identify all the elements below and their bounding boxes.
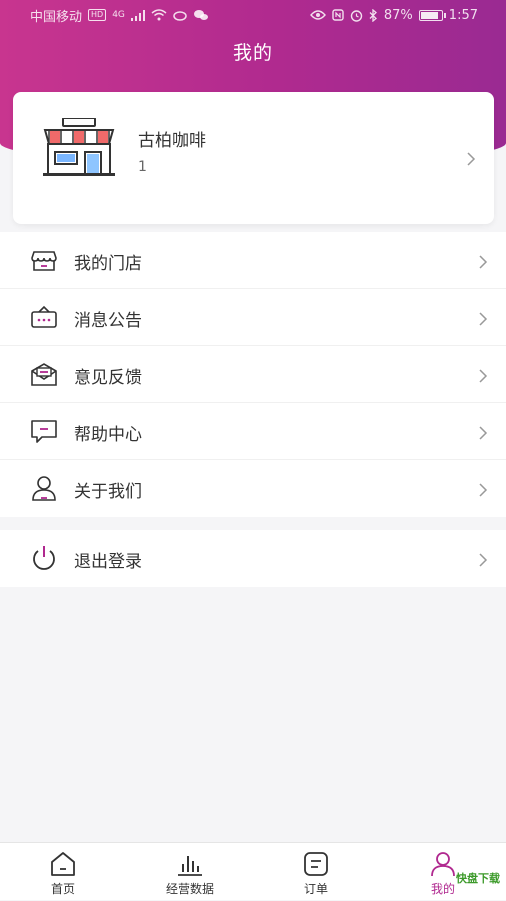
store-card[interactable]: 古柏咖啡 1 (13, 92, 494, 224)
logout-label: 退出登录 (74, 552, 142, 572)
clock: 1:57 (448, 7, 478, 23)
chevron-right-icon (479, 553, 488, 567)
store-id: 1 (138, 159, 147, 175)
user-icon (32, 476, 56, 501)
logout-group: 退出登录 (0, 530, 506, 587)
carrier-label: 中国移动 (30, 9, 83, 25)
power-icon (33, 546, 55, 570)
message-box-icon (31, 305, 57, 328)
menu-label: 我的门店 (74, 254, 142, 274)
page-title: 我的 (232, 42, 273, 64)
nfc-icon (332, 9, 344, 21)
menu-label: 帮助中心 (74, 425, 142, 445)
logout-button[interactable]: 退出登录 (0, 530, 506, 587)
chevron-right-icon (479, 312, 488, 326)
menu-label: 消息公告 (74, 311, 142, 331)
network-label: 4G (112, 10, 125, 20)
profile-icon (431, 852, 455, 877)
tab-label: 订单 (303, 882, 328, 896)
status-bar: 中国移动 HD 4G 87% 1:57 (0, 0, 506, 30)
store-name: 古柏咖啡 (138, 131, 206, 151)
feedback-envelope-icon (31, 363, 57, 386)
menu-item-about-us[interactable]: 关于我们 (0, 460, 506, 517)
menu-label: 关于我们 (74, 482, 142, 502)
wifi-icon (151, 9, 167, 21)
eye-icon (309, 10, 326, 20)
store-illustration-icon (43, 118, 115, 176)
storefront-icon (31, 251, 57, 271)
tab-label: 首页 (50, 882, 75, 896)
wechat-icon (193, 10, 208, 20)
signal-icon (130, 9, 145, 21)
menu-item-my-store[interactable]: 我的门店 (0, 232, 506, 289)
bluetooth-icon (369, 8, 377, 22)
tab-business-data[interactable]: 经营数据 (140, 843, 240, 901)
help-chat-icon (31, 420, 57, 443)
menu-label: 意见反馈 (74, 368, 142, 388)
menu-item-announcements[interactable]: 消息公告 (0, 289, 506, 346)
order-list-icon (304, 852, 328, 876)
chevron-right-icon (479, 483, 488, 497)
watermark-logo: 快盘下载 (456, 872, 500, 885)
menu-item-help-center[interactable]: 帮助中心 (0, 403, 506, 460)
chevron-right-icon (479, 255, 488, 269)
tab-orders[interactable]: 订单 (266, 843, 366, 901)
weibo-icon (173, 11, 187, 21)
battery-icon (418, 9, 446, 21)
chevron-right-icon (467, 152, 476, 166)
tab-home[interactable]: 首页 (13, 843, 113, 901)
chevron-right-icon (479, 426, 488, 440)
menu-item-feedback[interactable]: 意见反馈 (0, 346, 506, 403)
home-icon (51, 852, 75, 876)
battery-percent: 87% (383, 7, 413, 23)
tab-label: 经营数据 (165, 882, 214, 896)
alarm-icon (350, 9, 363, 22)
hd-badge: HD (88, 9, 107, 21)
menu-list: 我的门店 消息公告 意见反馈 帮助中心 关于我们 (0, 232, 506, 517)
bar-chart-icon (178, 856, 202, 876)
chevron-right-icon (479, 369, 488, 383)
bottom-tab-bar: 首页 经营数据 订单 我的 (0, 842, 506, 900)
